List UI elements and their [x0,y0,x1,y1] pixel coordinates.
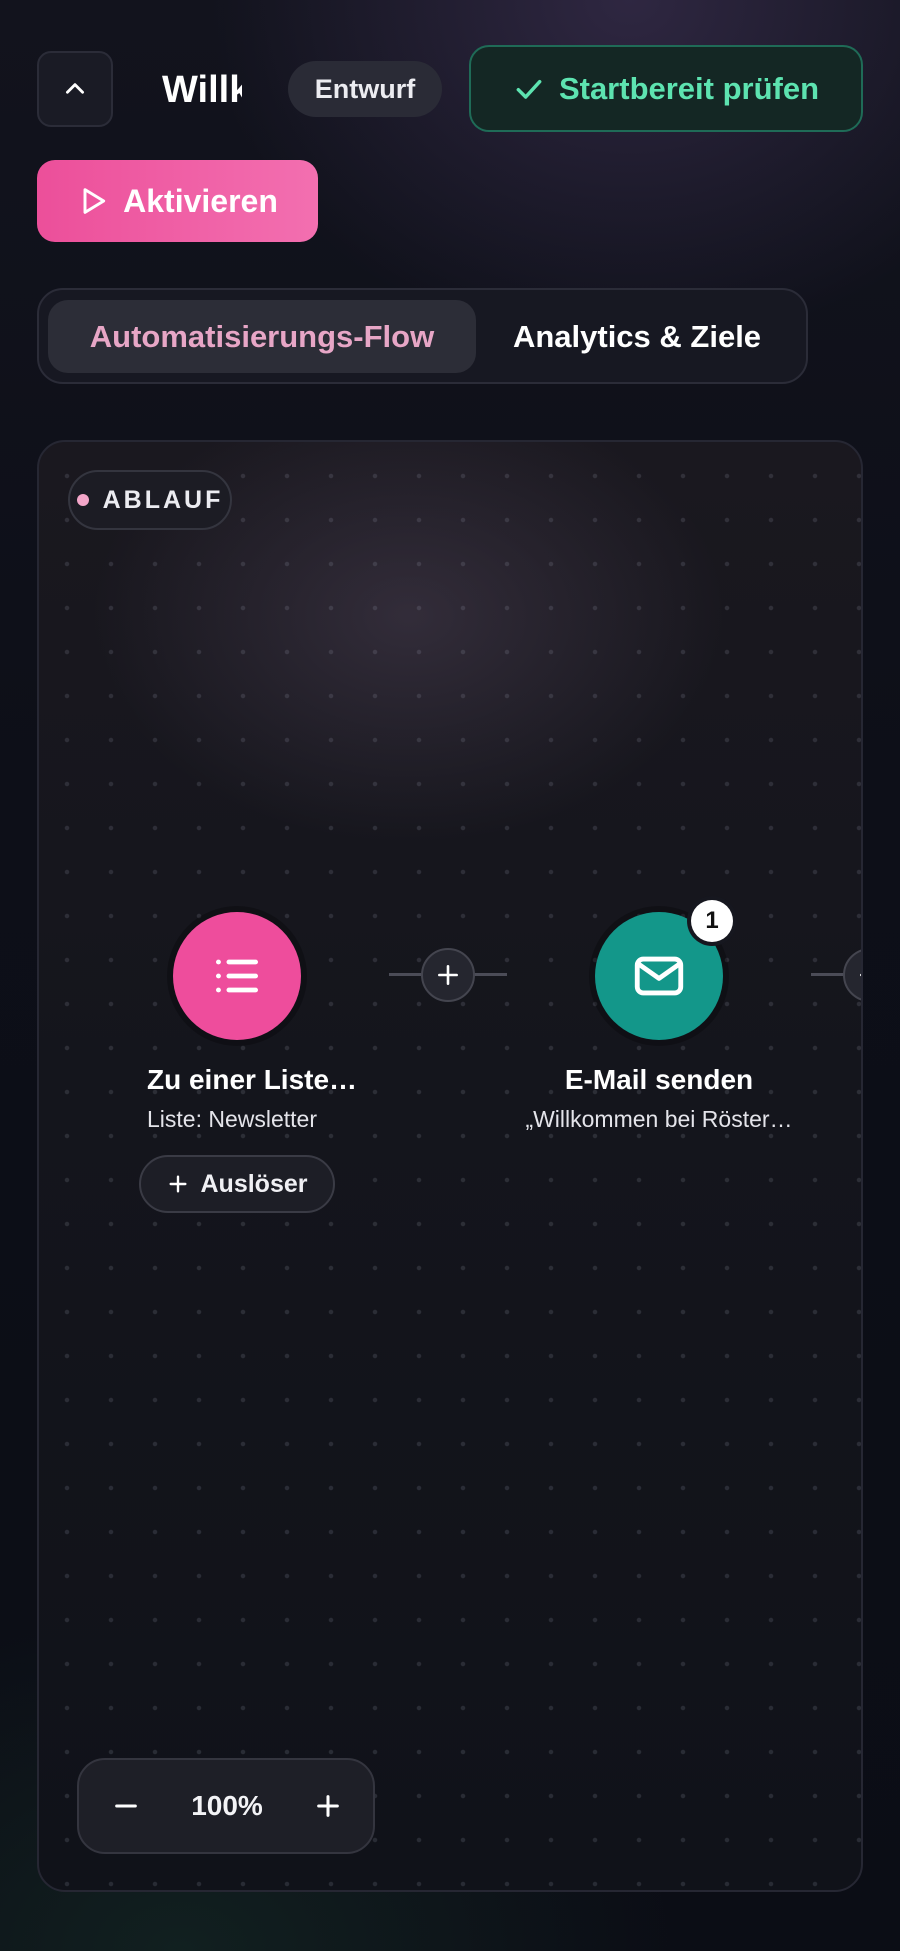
add-step-button[interactable] [421,948,475,1002]
plus-icon [435,962,461,988]
check-ready-button[interactable]: Startbereit prüfen [469,45,863,132]
zoom-control: 100% [77,1758,375,1854]
activate-button[interactable]: Aktivieren [37,160,318,242]
plus-icon [314,1792,342,1820]
automation-title[interactable]: Willkommens-Serie [162,64,242,116]
section-label-text: ABLAUF [102,485,224,514]
add-trigger-button[interactable]: Auslöser [139,1155,335,1213]
tab-automation-flow[interactable]: Automatisierungs-Flow [48,300,476,373]
plus-icon [167,1173,189,1195]
check-icon [513,73,545,105]
section-dot [76,494,89,506]
send-email-node-subtitle: „Willkommen bei Röster… [525,1106,793,1132]
error-count-badge: 1 [691,900,733,942]
zoom-out-button[interactable] [96,1776,156,1836]
tab-analytics-goals[interactable]: Analytics & Ziele [478,300,796,373]
trigger-node-subtitle: Liste: Newsletter [147,1106,318,1132]
play-icon [77,185,109,217]
status-badge: Entwurf [288,61,442,117]
check-ready-label: Startbereit prüfen [558,70,820,106]
activate-label: Aktivieren [123,182,278,219]
trigger-node-title: Zu einer Liste… [147,1064,358,1095]
send-email-node-title: E-Mail senden [564,1064,754,1095]
add-trigger-label: Auslöser [200,1169,308,1198]
zoom-in-button[interactable] [298,1776,358,1836]
zoom-level: 100% [191,1790,263,1821]
minus-icon [112,1792,140,1820]
chevron-up-icon [62,76,88,102]
automation-title-text: Willkommens-Serie [162,69,242,111]
flow-canvas[interactable]: ABLAUF Zu einer Liste… Liste: Newsletter… [37,440,863,1892]
plus-icon [857,962,861,988]
section-label: ABLAUF [68,470,232,530]
mail-icon [630,947,688,1005]
collapse-button[interactable] [37,51,113,127]
list-icon [209,948,265,1004]
trigger-node[interactable] [173,912,301,1040]
